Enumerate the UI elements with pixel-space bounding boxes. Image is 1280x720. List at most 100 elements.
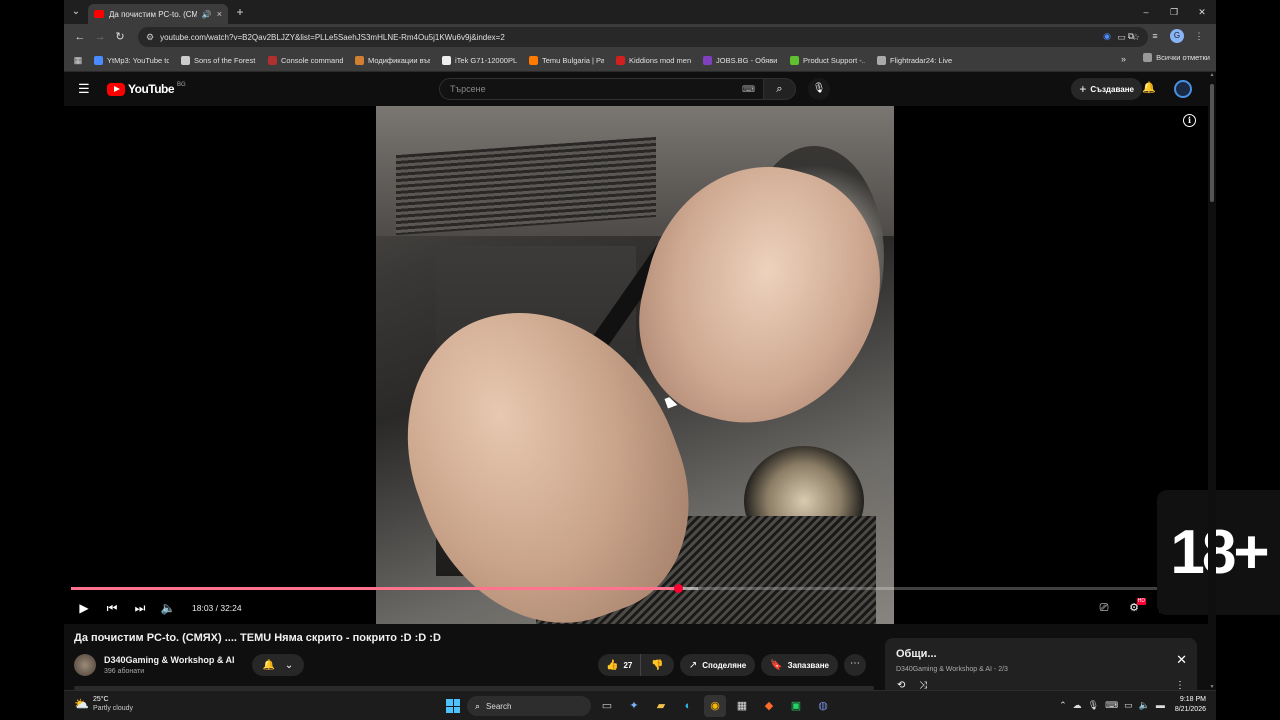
video-frame[interactable] xyxy=(376,106,894,624)
network-icon[interactable]: ▭ xyxy=(1124,700,1133,711)
calculator-icon[interactable]: ▦ xyxy=(731,695,753,717)
thumbs-down-icon: 👎 xyxy=(651,659,664,671)
age-rating-overlay: 18+ xyxy=(1157,490,1280,615)
account-avatar[interactable] xyxy=(1174,80,1192,98)
bookmark-item[interactable]: iTek G71-12000PL... xyxy=(438,52,521,70)
weather-widget[interactable]: ⛅ 25°C Partly cloudy xyxy=(74,695,133,713)
microphone-icon[interactable]: 🎙 xyxy=(808,78,830,100)
info-icon[interactable]: i xyxy=(1183,114,1196,127)
bookmark-favicon-icon xyxy=(703,56,712,65)
file-explorer-icon[interactable]: ▰ xyxy=(650,695,672,717)
subscribed-notification-button[interactable]: 🔔 ⌄ xyxy=(252,654,304,676)
brave-icon[interactable]: ◆ xyxy=(758,695,780,717)
bookmark-item[interactable]: JOBS.BG - Обяви за... xyxy=(699,52,782,70)
scroll-up-arrow-icon[interactable]: ▲ xyxy=(1208,72,1216,78)
speaker-icon[interactable]: 🔊 xyxy=(202,10,212,19)
new-tab-button[interactable]: + xyxy=(233,4,247,20)
apps-grid-icon[interactable]: ▦ xyxy=(70,55,86,66)
search-box[interactable]: ⌨ xyxy=(439,78,764,100)
window-controls: – ❐ ✕ xyxy=(1132,0,1216,24)
subtitles-icon[interactable]: ⎚ xyxy=(1090,594,1118,622)
forward-arrow-icon[interactable]: → xyxy=(90,27,110,47)
bookmark-item[interactable]: YtMp3: YouTube to... xyxy=(90,52,173,70)
microphone-tray-icon[interactable]: 🎙 xyxy=(1088,700,1099,711)
next-icon[interactable]: ⏭ xyxy=(126,594,154,622)
volume-tray-icon[interactable]: 🔈 xyxy=(1139,700,1150,711)
back-arrow-icon[interactable]: ← xyxy=(70,27,90,47)
screen: ⌄ Да почистим PC-to. (СМЯХ) 🔊 × + – ❐ ✕ … xyxy=(0,0,1280,720)
bookmark-item[interactable]: Flightradar24: Live F... xyxy=(873,52,956,70)
bookmark-item[interactable]: Sons of the Forest It... xyxy=(177,52,260,70)
keyboard-icon[interactable]: ⌨ xyxy=(742,84,755,95)
video-player[interactable]: i ▶ ⏮ ⏭ 🔈 18:03 / 32:24 ⎚ ⚙HD ▣ xyxy=(64,106,1208,624)
clock[interactable]: 9:18 PM 8/21/2026 xyxy=(1175,695,1206,715)
bookmark-item[interactable]: Kiddions mod menu... xyxy=(612,52,695,70)
settings-gear-icon[interactable]: ⚙ HD xyxy=(1120,594,1148,622)
omnibox[interactable]: ⚙ youtube.com/watch?v=B2Qav2BLJZY&list=P… xyxy=(138,27,1148,47)
volume-icon[interactable]: 🔈 xyxy=(154,594,182,622)
create-button[interactable]: + Създаване xyxy=(1071,78,1142,100)
save-button[interactable]: 🔖 Запазване xyxy=(761,654,838,676)
bookmark-item[interactable]: Console commands... xyxy=(264,52,347,70)
chat-app-icon[interactable]: ▣ xyxy=(785,695,807,717)
channel-avatar[interactable] xyxy=(74,654,96,676)
tray-overflow-chevron-icon[interactable]: ⌃ xyxy=(1059,700,1067,711)
scrollbar-thumb[interactable] xyxy=(1210,84,1214,202)
tab-close-icon[interactable]: × xyxy=(217,9,222,19)
subscriber-count: 396 абонати xyxy=(104,668,145,675)
like-count: 27 xyxy=(623,660,633,670)
language-icon[interactable]: ⌨ xyxy=(1105,700,1118,711)
more-actions-icon[interactable]: ⋯ xyxy=(843,654,866,676)
time-display: 18:03 / 32:24 xyxy=(192,603,242,613)
restore-button[interactable]: ❐ xyxy=(1160,0,1188,24)
browser-tab-active[interactable]: Да почистим PC-to. (СМЯХ) 🔊 × xyxy=(88,4,228,24)
extensions-puzzle-icon[interactable]: ⧉ xyxy=(1122,27,1140,45)
bookmark-favicon-icon xyxy=(442,56,451,65)
playlist-title[interactable]: Общи... xyxy=(896,648,937,660)
bookmark-favicon-icon xyxy=(529,56,538,65)
profile-avatar[interactable]: G xyxy=(1170,29,1184,43)
like-button[interactable]: 👍 27 xyxy=(598,654,642,676)
taskbar-search[interactable]: ⌕ Search xyxy=(467,696,591,716)
task-view-icon[interactable]: ▭ xyxy=(596,695,618,717)
thumbs-up-icon: 👍 xyxy=(606,659,619,671)
reading-list-icon[interactable]: ≡ xyxy=(1146,27,1164,45)
notifications-bell-icon[interactable]: 🔔 xyxy=(1142,81,1156,94)
page-scrollbar[interactable]: ▲ ▼ xyxy=(1208,72,1216,690)
url-text[interactable]: youtube.com/watch?v=B2Qav2BLJZY&list=PLL… xyxy=(160,33,1111,42)
windows-start-icon[interactable] xyxy=(444,697,462,715)
play-icon[interactable]: ▶ xyxy=(70,594,98,622)
extension-blue-icon[interactable]: ◉ xyxy=(1098,27,1116,45)
minimize-button[interactable]: – xyxy=(1132,0,1160,24)
youtube-logo[interactable]: YouTube BG xyxy=(107,82,186,96)
bookmark-favicon-icon xyxy=(790,56,799,65)
copilot-icon[interactable]: ✦ xyxy=(623,695,645,717)
bookmark-item[interactable]: Модификации във... xyxy=(351,52,434,70)
search-input[interactable] xyxy=(450,84,753,94)
search-button[interactable]: ⌕ xyxy=(764,78,796,100)
edge-browser-icon[interactable]: ◐ xyxy=(677,695,699,717)
bookmark-item[interactable]: Product Support -... xyxy=(786,52,869,70)
onedrive-icon[interactable]: ☁ xyxy=(1073,700,1082,711)
clock-time: 9:18 PM xyxy=(1179,696,1206,703)
dislike-button[interactable]: 👎 xyxy=(641,654,673,676)
partly-cloudy-icon: ⛅ xyxy=(74,697,89,711)
hamburger-menu-icon[interactable]: ☰ xyxy=(78,82,92,96)
tab-search-chevron-icon[interactable]: ⌄ xyxy=(68,4,84,20)
previous-icon[interactable]: ⏮ xyxy=(98,594,126,622)
site-info-icon[interactable]: ⚙ xyxy=(146,32,154,43)
bookmarks-bar: ▦ YtMp3: YouTube to... Sons of the Fores… xyxy=(64,50,1216,72)
playlist-close-icon[interactable]: ✕ xyxy=(1176,652,1187,668)
discord-icon[interactable]: ◍ xyxy=(812,695,834,717)
channel-name[interactable]: D340Gaming & Workshop & AI xyxy=(104,655,235,665)
close-window-button[interactable]: ✕ xyxy=(1188,0,1216,24)
progress-bar[interactable] xyxy=(71,584,1161,593)
reload-icon[interactable]: ↻ xyxy=(110,27,130,47)
kebab-menu-icon[interactable]: ⋮ xyxy=(1190,27,1208,45)
bookmark-item[interactable]: Temu Bulgaria | Разг... xyxy=(525,52,608,70)
share-button[interactable]: ↗ Споделяне xyxy=(679,654,756,676)
bookmarks-overflow-icon[interactable]: » xyxy=(1121,54,1126,64)
battery-icon[interactable]: ▬ xyxy=(1156,700,1165,710)
all-bookmarks-button[interactable]: Всички отметки xyxy=(1143,53,1210,62)
chrome-browser-icon[interactable]: ◉ xyxy=(704,695,726,717)
